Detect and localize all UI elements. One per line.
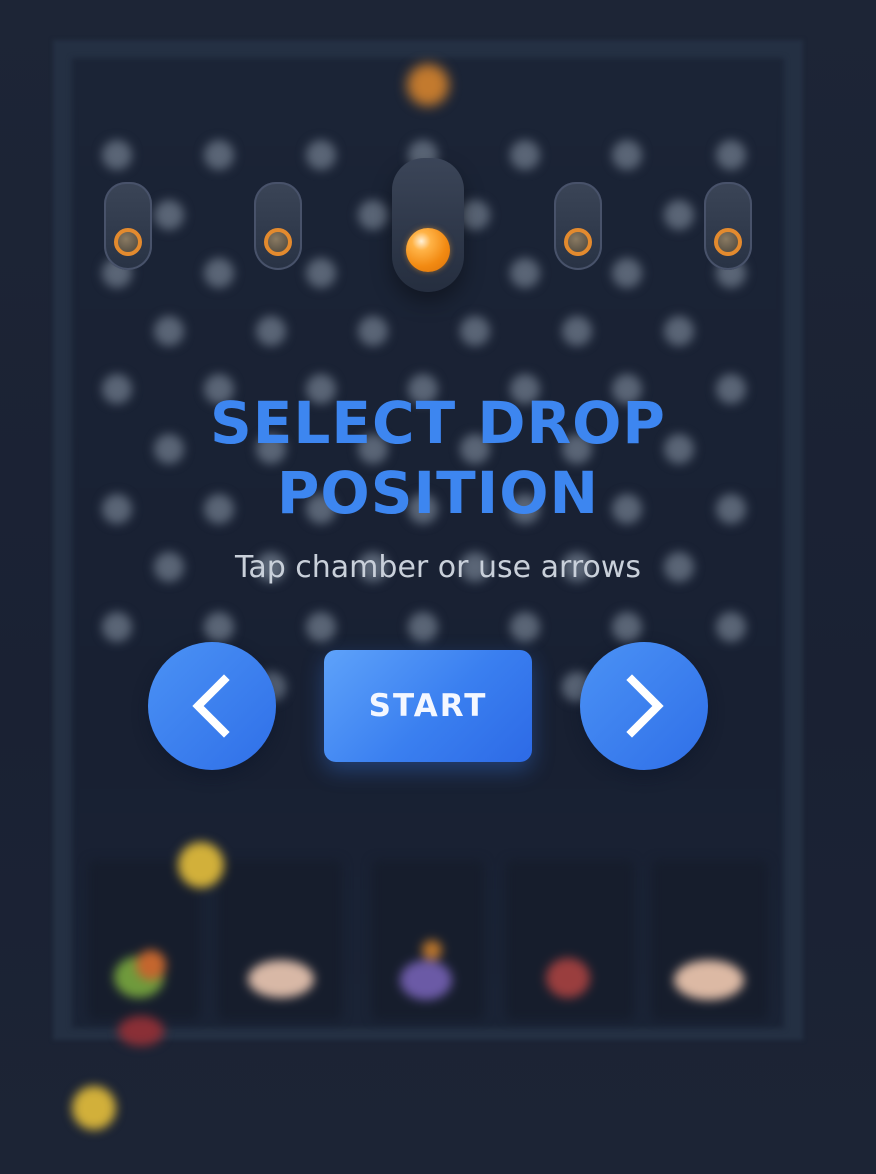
chevron-right-icon (626, 674, 664, 738)
overlay-title: SELECT DROP POSITION (0, 388, 876, 528)
coin-icon (72, 1086, 116, 1130)
footer-bar (0, 0, 876, 1174)
chevron-left-icon (192, 674, 230, 738)
overlay-subtitle: Tap chamber or use arrows (234, 550, 642, 585)
title-line-2: POSITION (276, 459, 600, 527)
game-screen: SELECT DROP POSITION Tap chamber or use … (0, 0, 876, 1174)
previous-position-button[interactable] (148, 642, 276, 770)
start-button[interactable]: START (324, 650, 532, 762)
next-position-button[interactable] (580, 642, 708, 770)
title-line-1: SELECT DROP (210, 389, 666, 457)
